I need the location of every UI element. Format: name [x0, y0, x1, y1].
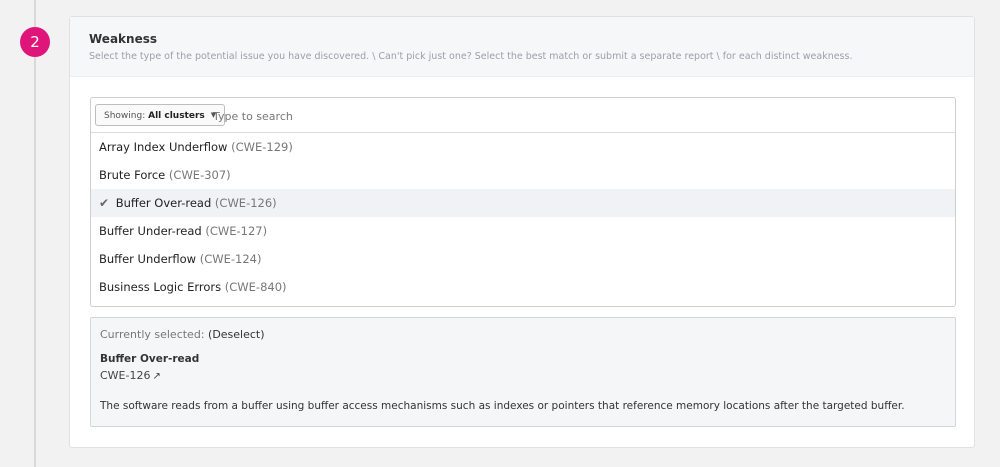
selected-weakness-panel: Currently selected: (Deselect) Buffer Ov… [90, 317, 956, 427]
currently-selected-line: Currently selected: (Deselect) [100, 328, 946, 341]
weakness-item-code: (CWE-124) [199, 252, 262, 266]
weakness-item-code: (CWE-126) [214, 196, 277, 210]
weakness-card: Weakness Select the type of the potentia… [69, 16, 975, 448]
weakness-title: Weakness [89, 32, 157, 46]
weakness-item-name: Business Logic Errors [99, 280, 222, 294]
cluster-filter-value: All clusters [148, 111, 205, 121]
external-link-icon[interactable]: ↗ [152, 371, 160, 382]
weakness-item-code: (CWE-307) [168, 168, 231, 182]
weakness-list-item[interactable]: Brute Force (CWE-307) [91, 161, 955, 189]
weakness-item-code: (CWE-129) [231, 140, 293, 154]
weakness-item-name: Brute Force [99, 168, 166, 182]
weakness-picker: Showing: All clusters▼ Array Index Under… [90, 97, 956, 307]
step-number-badge: 2 [20, 27, 50, 57]
weakness-item-name: Buffer Underflow [99, 252, 197, 266]
selected-weakness-description: The software reads from a buffer using b… [100, 400, 905, 412]
checkmark-icon: ✔ [99, 196, 110, 210]
cluster-filter-prefix: Showing: [104, 111, 146, 121]
weakness-list-item[interactable]: Business Logic Errors (CWE-840) [91, 273, 955, 301]
currently-selected-label: Currently selected: [100, 328, 205, 341]
weakness-list-item[interactable]: Buffer Underflow (CWE-124) [91, 245, 955, 273]
weakness-item-code: (CWE-840) [224, 280, 287, 294]
weakness-item-name: Array Index Underflow [99, 140, 228, 154]
weakness-item-code: (CWE-127) [205, 224, 268, 238]
weakness-search-input[interactable] [211, 105, 915, 127]
weakness-item-name: Buffer Over-read [115, 196, 212, 210]
weakness-list-item[interactable]: Buffer Under-read (CWE-127) [91, 217, 955, 245]
weakness-list-item[interactable]: Array Index Underflow (CWE-129) [91, 133, 955, 161]
selected-weakness-code-line: CWE-126 ↗ [100, 369, 946, 382]
timeline-line [34, 0, 36, 467]
weakness-header: Weakness Select the type of the potentia… [70, 17, 974, 77]
selected-weakness-name: Buffer Over-read [100, 353, 200, 365]
cluster-filter-dropdown[interactable]: Showing: All clusters ▼ [95, 104, 226, 126]
selected-weakness-code[interactable]: CWE-126 [100, 369, 150, 382]
deselect-link[interactable]: (Deselect) [208, 328, 265, 341]
picker-toolbar: Showing: All clusters ▼ [91, 98, 955, 133]
weakness-subtitle: Select the type of the potential issue y… [89, 51, 853, 62]
weakness-list-item-selected[interactable]: ✔ Buffer Over-read (CWE-126) [91, 189, 955, 217]
weakness-item-name: Buffer Under-read [99, 224, 202, 238]
weakness-list: Array Index Underflow (CWE-129) Brute Fo… [91, 133, 955, 301]
